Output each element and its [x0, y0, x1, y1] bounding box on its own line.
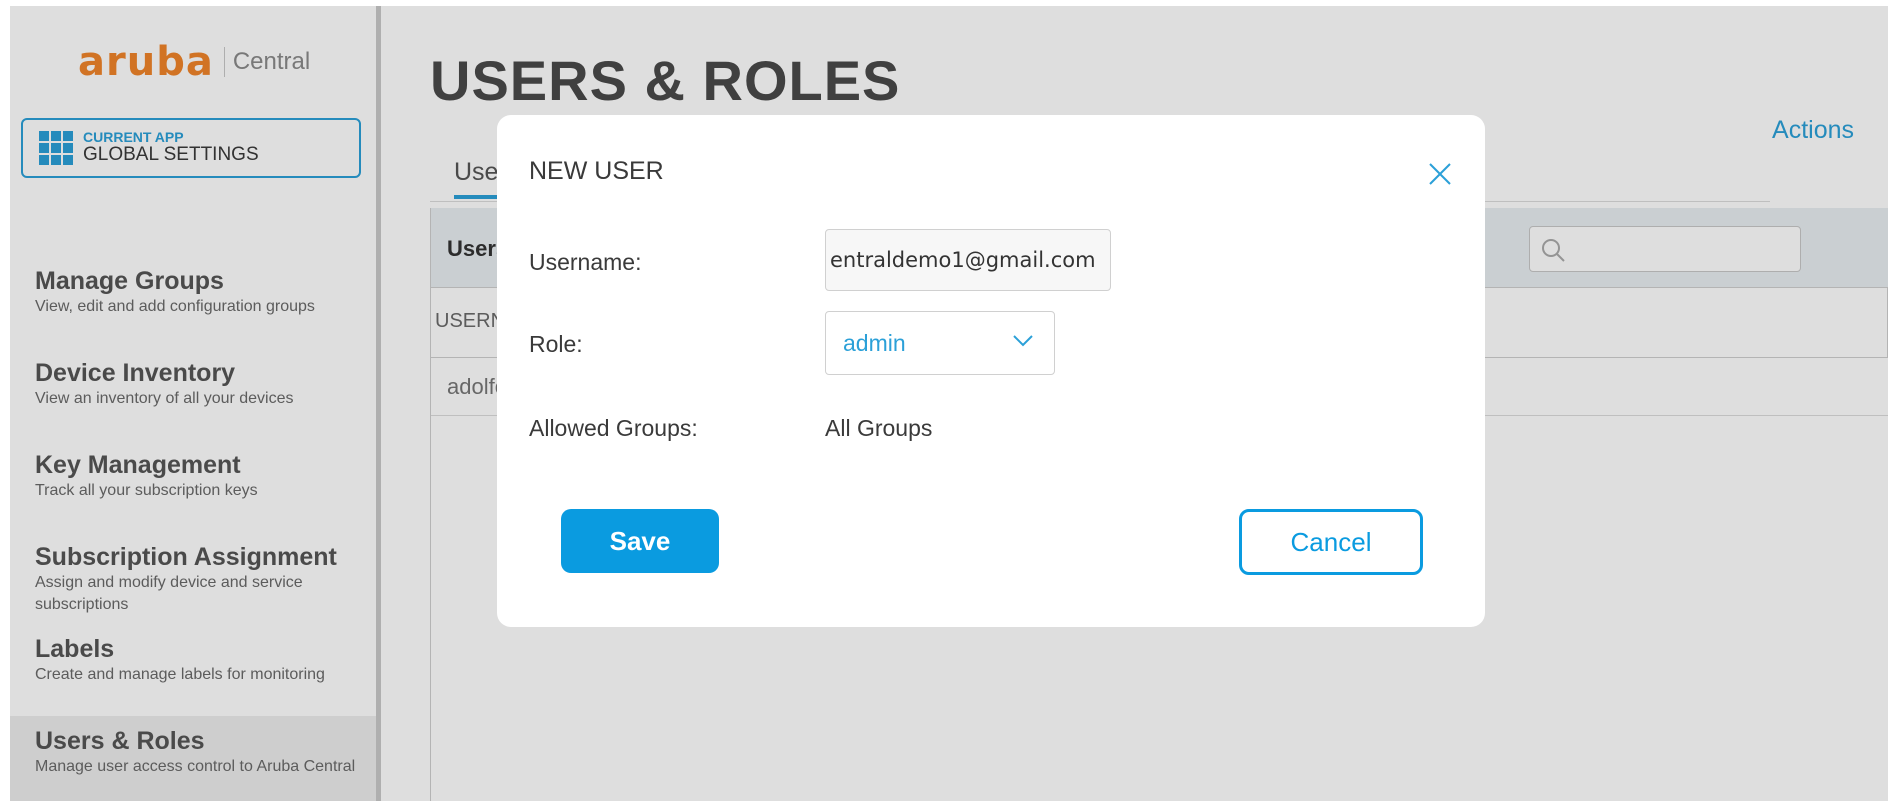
- role-value: admin: [843, 329, 906, 356]
- username-field[interactable]: entraldemo1@gmail.com: [825, 229, 1111, 291]
- role-select[interactable]: admin: [825, 311, 1055, 375]
- frame-edge: [0, 0, 1888, 6]
- username-value: entraldemo1@gmail.com: [830, 248, 1096, 272]
- allowed-groups-label: Allowed Groups:: [529, 415, 698, 441]
- chevron-down-icon: [1012, 334, 1034, 353]
- save-button[interactable]: Save: [561, 509, 719, 573]
- allowed-groups-value: All Groups: [825, 415, 933, 441]
- new-user-dialog: NEW USER Username: entraldemo1@gmail.com…: [497, 115, 1485, 627]
- cancel-button[interactable]: Cancel: [1239, 509, 1423, 575]
- role-label: Role:: [529, 331, 583, 357]
- username-label: Username:: [529, 249, 642, 275]
- frame-edge: [0, 0, 10, 801]
- close-icon[interactable]: [1425, 159, 1455, 189]
- dialog-title: NEW USER: [529, 157, 664, 185]
